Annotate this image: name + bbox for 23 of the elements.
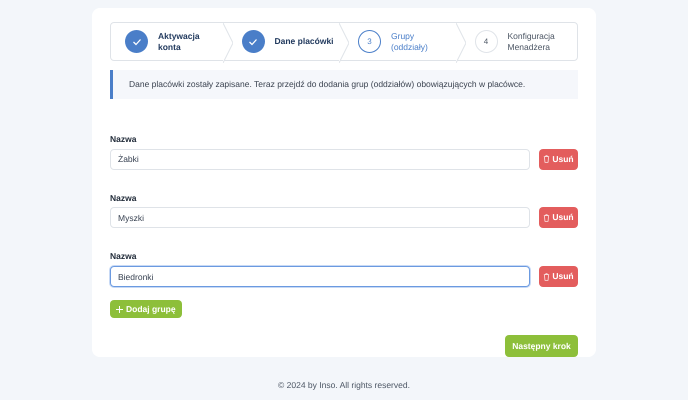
field-label: Nazwa (110, 250, 138, 263)
info-alert: Dane placówki zostały zapisane. Teraz przejdź do dodania grup (oddziałów) obowiązujących w placówce. (110, 70, 578, 99)
remove-button[interactable]: Usuń (539, 266, 578, 287)
step-number: 4 (474, 30, 498, 54)
step-label: Aktywacja konta (158, 30, 201, 53)
field-label: Nazwa (110, 192, 138, 204)
step-label: Grupy (oddziały) (391, 30, 429, 53)
name-input[interactable]: Myszki (110, 207, 530, 228)
step-label: Konfiguracja Menadżera (508, 30, 556, 53)
footer-text: © 2024 by Inso. All rights reserved. (278, 379, 410, 392)
trash-icon (543, 155, 550, 163)
plus-icon (116, 306, 123, 312)
trash-icon (543, 272, 550, 280)
field-label: Nazwa (110, 132, 138, 146)
next-step-button[interactable]: Następny krok (505, 335, 578, 357)
step-label: Dane placówki (274, 36, 334, 48)
remove-button[interactable]: Usuń (539, 148, 578, 170)
name-input[interactable]: Biedronki (110, 266, 530, 287)
step-number: 3 (358, 30, 381, 54)
name-input[interactable]: Żabki (110, 148, 530, 170)
remove-button[interactable]: Usuń (539, 207, 578, 228)
trash-icon (543, 214, 550, 222)
add-group-button[interactable]: Dodaj grupę (110, 300, 182, 318)
